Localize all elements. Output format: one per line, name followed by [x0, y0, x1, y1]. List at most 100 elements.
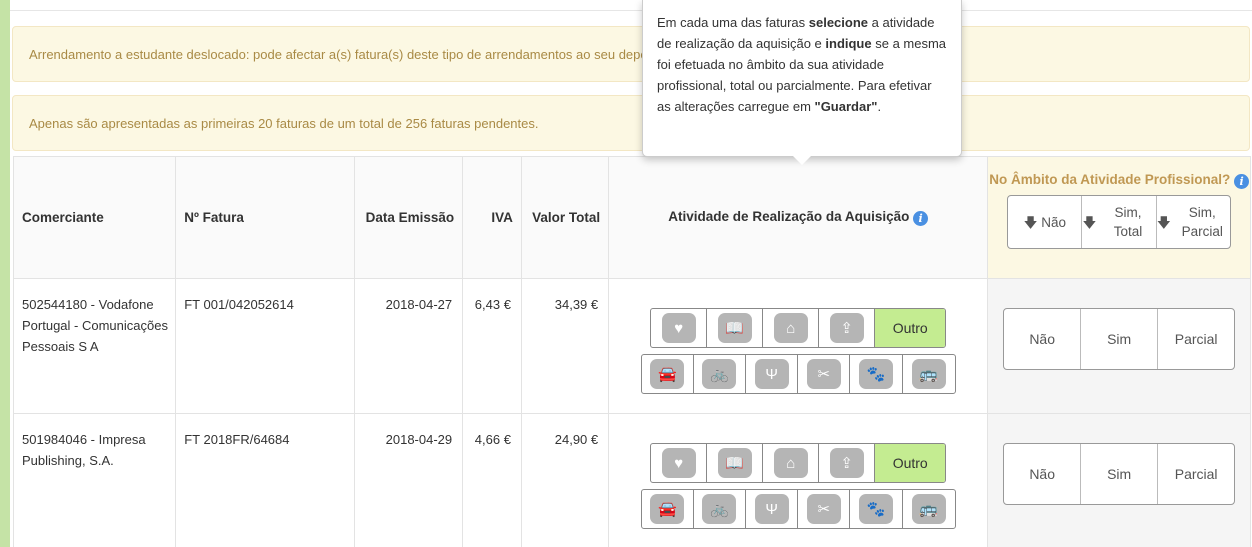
activity-selector-row1: ♥ 📖 ⌂ ⇪ Outro: [650, 443, 947, 483]
activity-cabeleireiros-button[interactable]: ✂: [798, 355, 851, 393]
ambito-parcial-button[interactable]: Parcial: [1158, 309, 1234, 369]
top-divider: [10, 10, 1252, 11]
header-data: Data Emissão: [353, 156, 464, 279]
arrow-down-icon: 🡇: [1156, 214, 1171, 230]
paw-icon: 🐾: [858, 494, 893, 524]
arrow-down-icon: 🡇: [1082, 214, 1097, 230]
arrow-down-icon: 🡇: [1023, 214, 1038, 230]
cell-comerciante: 502544180 - Vodafone Portugal - Comunica…: [12, 278, 177, 414]
activity-lares-button[interactable]: ⇪: [819, 444, 876, 482]
activity-restauracao-button[interactable]: Ψ: [746, 490, 799, 528]
bulk-sim-parcial-button[interactable]: 🡇 Sim, Parcial: [1157, 196, 1230, 248]
activity-cell: ♥ 📖 ⌂ ⇪ Outro 🚘 🚲 Ψ ✂ 🐾 🚌: [608, 413, 989, 547]
ambito-bulk-selector: 🡇 Não 🡇 Sim, Total 🡇 Sim, Parcial: [1007, 195, 1232, 249]
activity-auto-button[interactable]: 🚘: [642, 355, 694, 393]
activity-veterinario-button[interactable]: 🐾: [850, 490, 903, 528]
info-icon[interactable]: i: [913, 211, 929, 226]
activity-saude-button[interactable]: ♥: [651, 309, 708, 347]
table-header-row: Comerciante Nº Fatura Data Emissão IVA V…: [12, 156, 1251, 279]
tooltip-arrow: [793, 156, 811, 165]
header-ambito-title: No Âmbito da Atividade Profissional? i: [988, 170, 1250, 190]
ambito-cell: Não Sim Parcial: [987, 413, 1251, 547]
cell-fatura: FT 2018FR/64684: [175, 413, 355, 547]
bicycle-icon: 🚲: [702, 359, 737, 389]
header-ambito: No Âmbito da Atividade Profissional? i 🡇…: [987, 156, 1251, 279]
tooltip-bold: "Guardar": [814, 99, 878, 114]
ambito-sim-button[interactable]: Sim: [1081, 444, 1159, 504]
info-icon[interactable]: i: [1234, 174, 1250, 189]
header-fatura: Nº Fatura: [175, 156, 355, 279]
house-icon: ⌂: [773, 313, 808, 343]
bulk-nao-button[interactable]: 🡇 Não: [1008, 196, 1083, 248]
activity-auto-button[interactable]: 🚘: [642, 490, 694, 528]
help-tooltip: Em cada uma das faturas selecione a ativ…: [642, 0, 962, 165]
activity-outro-button[interactable]: Outro: [875, 309, 946, 347]
cell-fatura: FT 001/042052614: [175, 278, 355, 414]
activity-motociclos-button[interactable]: 🚲: [694, 490, 747, 528]
header-valor: Valor Total: [520, 156, 610, 279]
paw-icon: 🐾: [858, 359, 893, 389]
fork-knife-icon: Ψ: [754, 494, 789, 524]
activity-educacao-button[interactable]: 📖: [707, 309, 764, 347]
student-rent-alert: Arrendamento a estudante deslocado: pode…: [12, 26, 1250, 82]
book-icon: 📖: [717, 313, 752, 343]
bus-icon: 🚌: [911, 494, 946, 524]
activity-transportes-button[interactable]: 🚌: [903, 355, 955, 393]
tooltip-bold: indique: [825, 36, 872, 51]
cell-valor: 24,90 €: [520, 413, 610, 547]
fork-knife-icon: Ψ: [754, 359, 789, 389]
table-row: 502544180 - Vodafone Portugal - Comunica…: [12, 278, 1251, 414]
bulk-nao-label: Não: [1041, 214, 1067, 230]
ambito-sim-button[interactable]: Sim: [1081, 309, 1159, 369]
bicycle-icon: 🚲: [702, 494, 737, 524]
activity-saude-button[interactable]: ♥: [651, 444, 708, 482]
cell-comerciante: 501984046 - Impresa Publishing, S.A.: [12, 413, 177, 547]
home-person-icon: ⇪: [829, 448, 864, 478]
activity-outro-button[interactable]: Outro: [875, 444, 946, 482]
header-atividade-label: Atividade de Realização da Aquisição: [668, 209, 910, 224]
heart-pulse-icon: ♥: [661, 448, 696, 478]
page: Arrendamento a estudante deslocado: pode…: [10, 0, 1252, 547]
activity-lares-button[interactable]: ⇪: [819, 309, 876, 347]
activity-cabeleireiros-button[interactable]: ✂: [798, 490, 851, 528]
bulk-sim-parcial-label: Sim, Parcial: [1181, 205, 1223, 239]
bulk-sim-total-label: Sim, Total: [1113, 205, 1143, 239]
activity-transportes-button[interactable]: 🚌: [903, 490, 955, 528]
bus-icon: 🚌: [911, 359, 946, 389]
header-comerciante: Comerciante: [12, 156, 177, 279]
heart-pulse-icon: ♥: [661, 313, 696, 343]
house-icon: ⌂: [773, 448, 808, 478]
activity-selector-row2: 🚘 🚲 Ψ ✂ 🐾 🚌: [640, 489, 956, 529]
activity-habitacao-button[interactable]: ⌂: [763, 309, 820, 347]
activity-cell: ♥ 📖 ⌂ ⇪ Outro 🚘 🚲 Ψ ✂ 🐾 🚌: [608, 278, 989, 414]
activity-habitacao-button[interactable]: ⌂: [763, 444, 820, 482]
book-icon: 📖: [717, 448, 752, 478]
invoices-table: Comerciante Nº Fatura Data Emissão IVA V…: [12, 156, 1251, 547]
activity-veterinario-button[interactable]: 🐾: [850, 355, 903, 393]
activity-restauracao-button[interactable]: Ψ: [746, 355, 799, 393]
header-atividade: Atividade de Realização da Aquisição i: [608, 156, 989, 279]
activity-motociclos-button[interactable]: 🚲: [694, 355, 747, 393]
pagination-alert: Apenas são apresentadas as primeiras 20 …: [12, 95, 1250, 151]
header-ambito-label: No Âmbito da Atividade Profissional?: [989, 172, 1231, 187]
cell-iva: 4,66 €: [462, 413, 522, 547]
ambito-nao-button[interactable]: Não: [1004, 309, 1082, 369]
ambito-cell: Não Sim Parcial: [987, 278, 1251, 414]
table-row: 501984046 - Impresa Publishing, S.A. FT …: [12, 413, 1251, 547]
ambito-selector: Não Sim Parcial: [1003, 443, 1236, 505]
ambito-nao-button[interactable]: Não: [1004, 444, 1082, 504]
scissors-comb-icon: ✂: [806, 494, 841, 524]
tooltip-text: Em cada uma das faturas: [657, 15, 809, 30]
cell-valor: 34,39 €: [520, 278, 610, 414]
cell-data: 2018-04-29: [353, 413, 464, 547]
car-icon: 🚘: [650, 359, 685, 389]
activity-selector-row1: ♥ 📖 ⌂ ⇪ Outro: [650, 308, 947, 348]
activity-educacao-button[interactable]: 📖: [707, 444, 764, 482]
tooltip-text: .: [877, 99, 882, 114]
cell-data: 2018-04-27: [353, 278, 464, 414]
bulk-sim-total-button[interactable]: 🡇 Sim, Total: [1082, 196, 1157, 248]
activity-selector-row2: 🚘 🚲 Ψ ✂ 🐾 🚌: [640, 354, 956, 394]
home-person-icon: ⇪: [829, 313, 864, 343]
ambito-parcial-button[interactable]: Parcial: [1158, 444, 1234, 504]
header-iva: IVA: [462, 156, 522, 279]
